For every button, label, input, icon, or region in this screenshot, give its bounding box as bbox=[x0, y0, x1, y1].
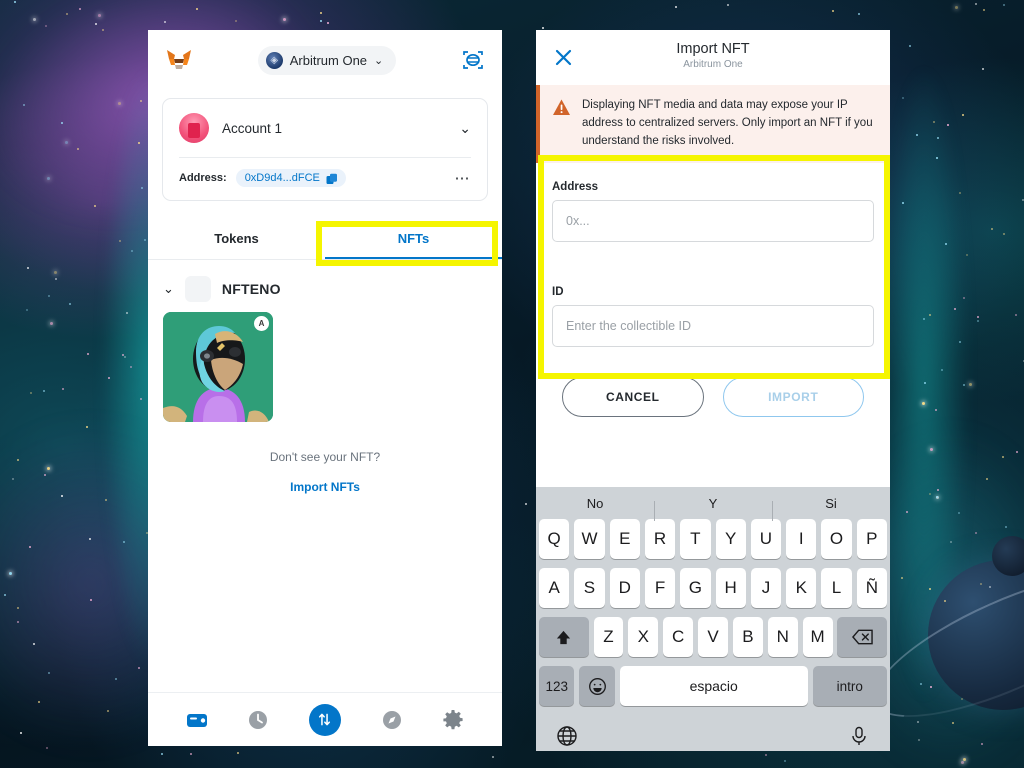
key-K[interactable]: K bbox=[786, 568, 817, 608]
key-B[interactable]: B bbox=[732, 617, 763, 657]
metamask-fox-icon[interactable] bbox=[166, 49, 192, 71]
key-Ñ[interactable]: Ñ bbox=[856, 568, 887, 608]
key-Q[interactable]: Q bbox=[539, 519, 570, 559]
nft-collection-header[interactable]: ⌄ NFTENO bbox=[148, 260, 502, 312]
nft-grid: A bbox=[148, 312, 502, 422]
keyboard-row-2: ASDFGHJKLÑ bbox=[536, 568, 890, 608]
key-Z[interactable]: Z bbox=[593, 617, 624, 657]
suggestion-0[interactable]: No bbox=[536, 496, 654, 511]
key-L[interactable]: L bbox=[821, 568, 852, 608]
enter-key[interactable]: intro bbox=[812, 666, 887, 706]
keyboard-row-3: ZXCVBNM bbox=[536, 617, 890, 657]
key-Y[interactable]: Y bbox=[715, 519, 746, 559]
key-R[interactable]: R bbox=[644, 519, 676, 559]
network-selector[interactable]: ◈ Arbitrum One ⌄ bbox=[257, 45, 397, 75]
chevron-down-icon[interactable]: ⌄ bbox=[459, 120, 471, 137]
scan-qr-icon[interactable] bbox=[462, 49, 484, 71]
highlight-import-form bbox=[538, 155, 890, 379]
suggestion-bar: No Y Si bbox=[536, 487, 890, 521]
collection-name: NFTENO bbox=[221, 281, 281, 297]
shift-icon[interactable] bbox=[539, 617, 589, 657]
avatar bbox=[179, 113, 209, 143]
on-screen-keyboard: No Y Si QWERTYUIOP ASDFGHJKLÑ ZXCVBNM 12… bbox=[536, 487, 890, 751]
collection-thumbnail bbox=[184, 276, 211, 302]
key-E[interactable]: E bbox=[609, 519, 640, 559]
microphone-icon[interactable] bbox=[848, 725, 870, 747]
swap-arrows-icon[interactable] bbox=[308, 703, 341, 736]
key-V[interactable]: V bbox=[698, 617, 728, 657]
nft-item[interactable]: A bbox=[163, 312, 273, 422]
wallet-icon[interactable] bbox=[186, 709, 208, 731]
ip-warning-banner: Displaying NFT media and data may expose… bbox=[536, 85, 890, 164]
address-row: Address: 0xD9d4...dFCE ⋯ bbox=[163, 158, 487, 200]
key-D[interactable]: D bbox=[609, 568, 640, 608]
key-F[interactable]: F bbox=[644, 568, 676, 608]
copy-icon bbox=[326, 173, 337, 184]
empty-state-prompt: Don't see your NFT? bbox=[269, 450, 381, 464]
key-W[interactable]: W bbox=[574, 519, 605, 559]
key-U[interactable]: U bbox=[750, 519, 782, 559]
warning-triangle-icon bbox=[552, 98, 571, 117]
page-subtitle: Arbitrum One bbox=[683, 59, 743, 70]
numeric-key[interactable]: 123 bbox=[539, 666, 575, 706]
key-A[interactable]: A bbox=[539, 568, 570, 608]
explore-compass-icon[interactable] bbox=[381, 709, 403, 731]
key-J[interactable]: J bbox=[750, 568, 782, 608]
account-card[interactable]: Account 1 ⌄ Address: 0xD9d4...dFCE ⋯ bbox=[162, 98, 488, 201]
import-button[interactable]: IMPORT bbox=[722, 377, 864, 418]
emoji-icon[interactable] bbox=[579, 666, 615, 706]
account-row[interactable]: Account 1 ⌄ bbox=[163, 99, 487, 157]
close-x-icon[interactable] bbox=[554, 48, 573, 67]
key-C[interactable]: C bbox=[663, 617, 694, 657]
globe-icon[interactable] bbox=[556, 725, 578, 747]
address-copy-pill[interactable]: 0xD9d4...dFCE bbox=[235, 169, 346, 187]
settings-gear-icon[interactable] bbox=[442, 709, 464, 731]
chevron-down-icon: ⌄ bbox=[374, 54, 384, 67]
account-options-button[interactable]: ⋯ bbox=[455, 169, 472, 187]
highlight-nfts-tab bbox=[316, 221, 498, 266]
tab-tokens[interactable]: Tokens bbox=[148, 219, 325, 259]
history-clock-icon[interactable] bbox=[247, 709, 269, 731]
import-nft-panel: Import NFT Arbitrum One Displaying NFT m… bbox=[536, 30, 890, 751]
key-S[interactable]: S bbox=[574, 568, 605, 608]
keyboard-row-3-letters: ZXCVBNM bbox=[593, 617, 833, 657]
import-header: Import NFT Arbitrum One bbox=[536, 30, 890, 85]
key-G[interactable]: G bbox=[680, 568, 711, 608]
key-P[interactable]: P bbox=[856, 519, 887, 559]
address-value: 0xD9d4...dFCE bbox=[244, 172, 320, 184]
key-T[interactable]: T bbox=[680, 519, 711, 559]
key-H[interactable]: H bbox=[715, 568, 746, 608]
keyboard-row-4: 123 espacio intro bbox=[536, 666, 890, 706]
page-title: Import NFT bbox=[676, 41, 750, 57]
space-key[interactable]: espacio bbox=[619, 666, 808, 706]
warning-text: Displaying NFT media and data may expose… bbox=[582, 99, 873, 147]
arbitrum-icon: ◈ bbox=[265, 51, 283, 69]
backspace-icon[interactable] bbox=[837, 617, 887, 657]
key-M[interactable]: M bbox=[802, 617, 833, 657]
key-O[interactable]: O bbox=[821, 519, 852, 559]
nft-badge: A bbox=[254, 316, 269, 331]
network-label: Arbitrum One bbox=[289, 52, 368, 68]
import-nfts-link[interactable]: Import NFTs bbox=[148, 480, 502, 494]
metamask-wallet-panel: ◈ Arbitrum One ⌄ Account 1 ⌄ Address: 0x… bbox=[148, 30, 502, 746]
keyboard-bottom-bar bbox=[536, 715, 890, 751]
account-name: Account 1 bbox=[222, 120, 283, 136]
bottom-navigation bbox=[148, 692, 502, 746]
screenshot-root: ◈ Arbitrum One ⌄ Account 1 ⌄ Address: 0x… bbox=[0, 0, 1024, 768]
key-X[interactable]: X bbox=[628, 617, 659, 657]
chevron-down-icon[interactable]: ⌄ bbox=[163, 281, 174, 297]
address-label: Address: bbox=[179, 172, 227, 184]
wallet-header: ◈ Arbitrum One ⌄ bbox=[148, 30, 502, 90]
suggestion-2[interactable]: Si bbox=[772, 496, 890, 521]
keyboard-row-1: QWERTYUIOP bbox=[536, 519, 890, 559]
key-N[interactable]: N bbox=[767, 617, 798, 657]
cancel-button[interactable]: CANCEL bbox=[562, 377, 704, 418]
suggestion-1[interactable]: Y bbox=[654, 496, 772, 521]
key-I[interactable]: I bbox=[786, 519, 817, 559]
